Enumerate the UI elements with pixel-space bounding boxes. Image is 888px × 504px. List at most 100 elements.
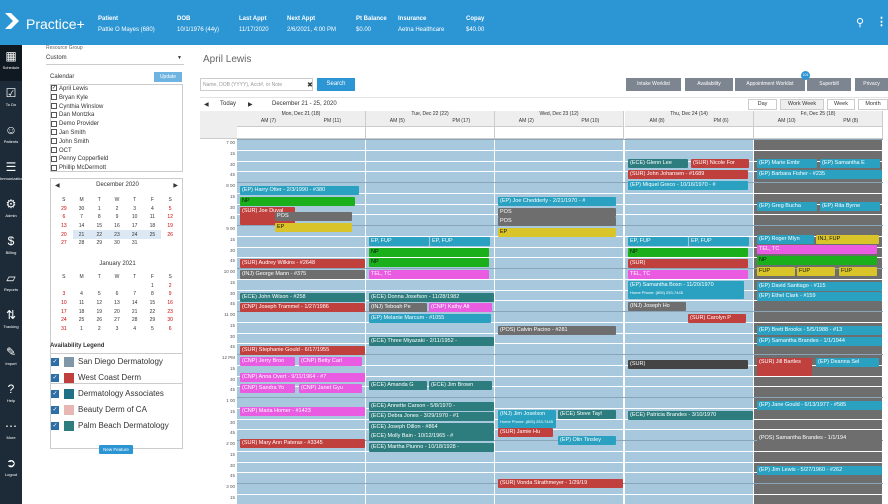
calendar-day[interactable]: 11 (73, 299, 91, 308)
appointment[interactable]: (POS) Calvin Pacino - #281 (498, 326, 616, 336)
appointment[interactable]: (EP) Brett Brooks - 5/5/1988 - #13 (757, 326, 882, 336)
appointment[interactable]: (CNP) Sandra Yo (240, 384, 295, 394)
appointment[interactable]: (INJ) Joseph Ho (628, 302, 686, 312)
nav-item-more[interactable]: ⋯ More (0, 415, 22, 451)
checkbox[interactable] (51, 103, 57, 110)
calendar-day[interactable]: 6 (108, 290, 126, 299)
today-button[interactable]: Today (220, 101, 236, 107)
toolbar-button-availability[interactable]: Availability (685, 78, 733, 91)
checkbox[interactable] (51, 94, 57, 101)
appointment[interactable]: (ECE) Debra Jones - 3/29/1970 - #1 (369, 412, 494, 422)
legend-item[interactable]: ✓ Palm Beach Dermatology (51, 418, 182, 434)
appointment[interactable]: POS (498, 207, 616, 217)
checkbox[interactable]: ✓ (51, 389, 59, 398)
appointment[interactable]: NP (628, 247, 748, 257)
calendar-day[interactable]: 2 (108, 205, 126, 214)
appointment[interactable]: (EP) Greg Bucha (757, 202, 817, 212)
calendar-day[interactable]: 12 (161, 213, 179, 222)
appointment[interactable]: (ECE) Annette Carson - 5/8/1970 - (369, 402, 494, 412)
calendar-day[interactable]: 5 (161, 205, 179, 214)
appointment[interactable]: (SUR) Jill Bartles (757, 358, 812, 377)
nav-item-admin[interactable]: ⚙ Admin (0, 193, 22, 229)
calendar-day[interactable]: 3 (126, 205, 144, 214)
calendar-day[interactable]: 29 (55, 205, 73, 214)
appointment[interactable]: EP (498, 228, 616, 238)
nav-item-patients[interactable]: ☺ Patients (0, 119, 22, 155)
calendar-day[interactable]: 23 (161, 307, 179, 316)
toolbar-button-intake-worklist[interactable]: Intake Worklist (626, 78, 681, 91)
calendar-day[interactable]: 23 (108, 230, 126, 239)
checkbox[interactable]: ✓ (51, 405, 59, 414)
calendar-day[interactable]: 19 (161, 222, 179, 231)
appointment[interactable]: (SUR) Jamie Hu (498, 428, 553, 438)
nav-item-help[interactable]: ? Help (0, 378, 22, 414)
legend-item[interactable]: ✓ San Diego Dermatology (51, 354, 182, 370)
nav-item-import[interactable]: ✎ Import (0, 341, 22, 377)
calendar-day[interactable]: 4 (144, 205, 162, 214)
calendar-day[interactable]: 13 (108, 299, 126, 308)
checkbox[interactable] (51, 120, 57, 127)
appointment[interactable]: (EP) Samantha Brandes - 1/1/1944 (757, 336, 882, 346)
calendar-day[interactable]: 18 (73, 307, 91, 316)
calendar-day[interactable]: 1 (90, 205, 108, 214)
view-tab-day[interactable]: Day (748, 99, 777, 110)
appointment[interactable]: (ECE) Three Miyazaki - 2/11/1952 - (369, 336, 494, 346)
appointment[interactable]: (ECE) Patricia Brandes - 3/10/1970 (628, 410, 753, 420)
appointment[interactable]: FUP (839, 266, 877, 276)
checkbox[interactable] (51, 147, 57, 153)
calendar-day[interactable]: 31 (55, 325, 73, 334)
appointment[interactable]: (EP) Olin Tinsley (558, 435, 616, 445)
day-header[interactable]: Fri, Dec 25 (18) AM (10) PM (8) (754, 111, 883, 127)
nav-item-tracking[interactable]: ⇅ Tracking (0, 304, 22, 340)
calendar-item[interactable]: Phillip McDermott (51, 164, 182, 171)
appointment[interactable]: (EP) Joe Chedderly - 2/21/1970 - # (498, 197, 616, 207)
search-button[interactable]: Search (317, 78, 355, 91)
checkbox[interactable] (51, 138, 57, 145)
day-header[interactable]: Tue, Dec 22 (22) AM (5) PM (17) (366, 111, 495, 127)
appointment[interactable]: POS (275, 212, 352, 222)
appointment[interactable]: (EP) Harry Otter - 2/3/1990 - #380 (240, 186, 359, 196)
legend-item[interactable]: ✓ West Coast Derm (51, 370, 182, 386)
appointment[interactable]: EP, FUP (628, 236, 688, 246)
calendar-item[interactable]: Dan Montzka (51, 111, 182, 120)
calendar-day[interactable]: 25 (143, 230, 162, 239)
appointment[interactable]: (SUR) Vonda Strathmeyer - 1/29/19 (498, 478, 623, 488)
calendar-day[interactable]: 21 (126, 307, 144, 316)
view-tab-work-week[interactable]: Work Week (780, 99, 824, 110)
appointment[interactable]: TEL, TC (757, 245, 877, 255)
appointment[interactable]: (SUR) (628, 259, 748, 269)
legend-item[interactable]: ✓ Dermatology Associates (51, 386, 182, 402)
appointment[interactable]: (CNP) Janet Gyu (299, 384, 362, 394)
calendar-day[interactable]: 24 (125, 230, 144, 239)
calendar-day[interactable]: 14 (126, 299, 144, 308)
appointment[interactable]: (ECE) Martha Piunno - 10/18/1928 - (369, 443, 494, 453)
calendar-item[interactable]: Penny Copperfield (51, 155, 182, 164)
appointment[interactable]: EP, FUP (689, 236, 749, 246)
calendar-day[interactable]: 27 (108, 316, 126, 325)
appointment[interactable]: (ECE) Molly Bain - 10/12/1965 - # (369, 432, 494, 442)
calendar-day[interactable]: 8 (144, 290, 162, 299)
appointment[interactable]: (SUR) Mary Ann Pateras - #3345 (240, 438, 365, 448)
appointment[interactable]: (INJ) George Mann - #375 (240, 270, 365, 280)
calendar-day[interactable]: 3 (108, 325, 126, 334)
appointment[interactable]: (EP) Roger Mlyn (757, 234, 814, 244)
calendar-day[interactable]: 5 (90, 290, 108, 299)
calendar-item[interactable]: ✓ April Lewis (51, 85, 182, 94)
calendar-day[interactable]: 21 (72, 230, 91, 239)
calendar-day[interactable]: 12 (90, 299, 108, 308)
checkbox[interactable] (51, 164, 57, 171)
appointment[interactable]: (INJ) Teboah Pe (369, 303, 427, 313)
appointment[interactable]: (EP) Miquel Greco - 10/16/1970 - # (628, 180, 748, 190)
more-menu-icon[interactable]: ⋮ (876, 15, 887, 28)
checkbox[interactable] (51, 111, 57, 118)
calendar-day[interactable]: 30 (161, 316, 179, 325)
calendar-day[interactable]: 8 (90, 213, 108, 222)
nav-item-schedule[interactable]: ▦ Schedule (0, 45, 22, 81)
appointment[interactable]: (SUR) John Johansen - #1689 (628, 170, 748, 180)
calendar-day[interactable]: 14 (73, 222, 91, 231)
patient-search-input[interactable]: Name, DOB (YYYY), Acct#, or Note (200, 78, 313, 91)
calendar-day[interactable]: 20 (55, 230, 73, 239)
toolbar-button-superbill[interactable]: Superbill (807, 78, 851, 91)
calendar-day[interactable]: 31 (126, 239, 144, 248)
prev-month-icon[interactable]: ◀ (55, 182, 60, 189)
